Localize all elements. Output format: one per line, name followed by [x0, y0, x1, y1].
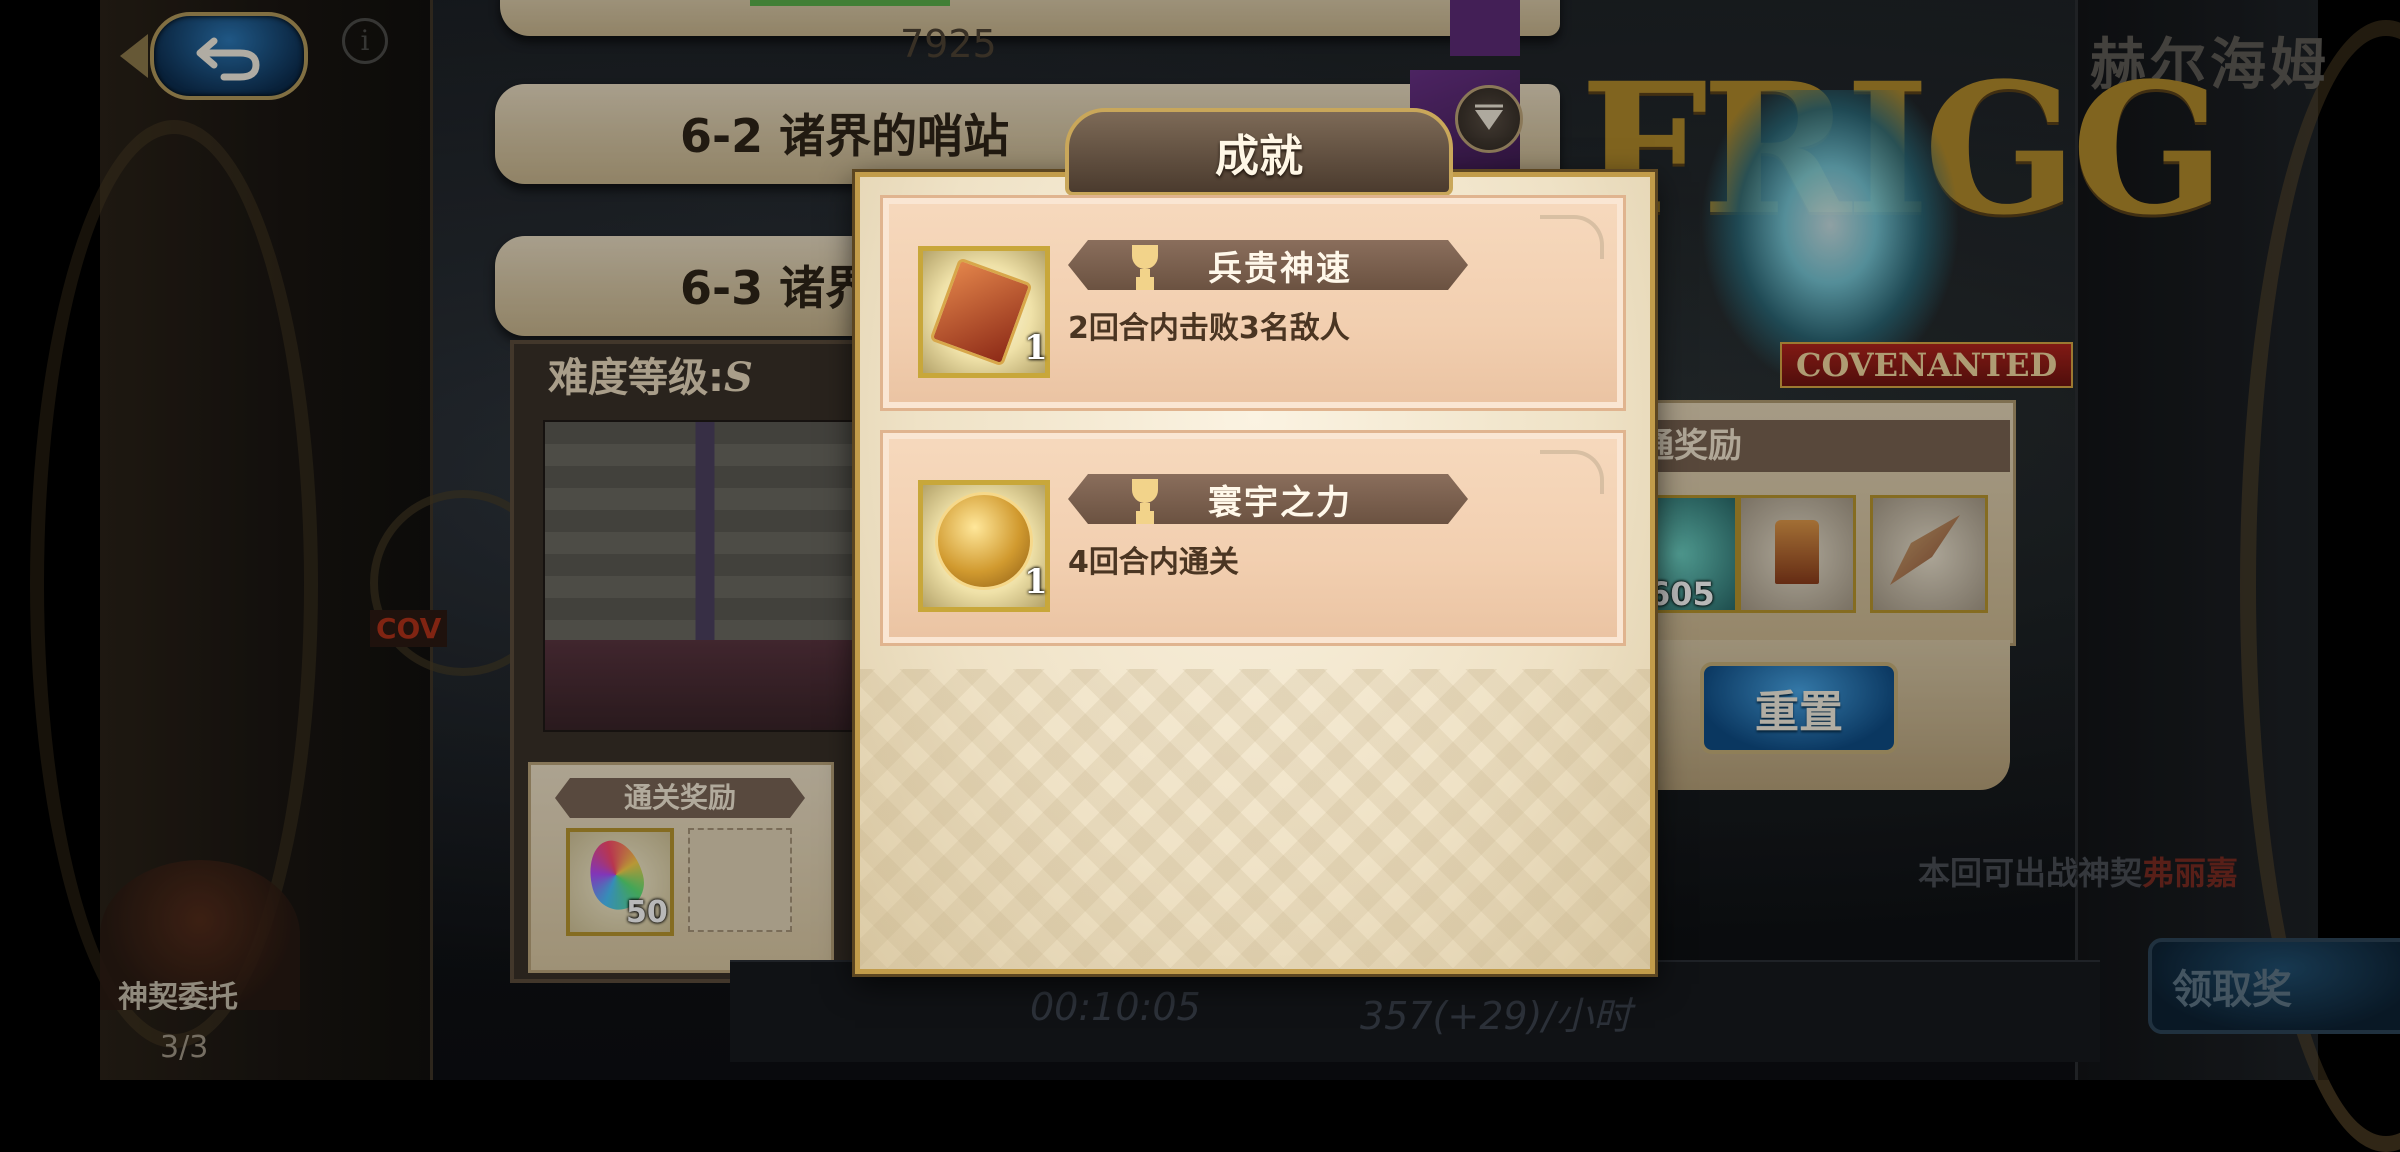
achievement-name: 兵贵神速 [1208, 248, 1352, 289]
modal-title-plate: 成就 [1065, 108, 1453, 196]
coin-icon [935, 492, 1033, 590]
achievement-name-banner: 寰宇之力 [1068, 474, 1468, 524]
modal-title: 成就 [1215, 131, 1303, 182]
achievement-description: 4回合内通关 [1068, 545, 1239, 580]
achievement-name: 寰宇之力 [1208, 482, 1352, 523]
achievement-description: 2回合内击败3名敌人 [1068, 311, 1350, 346]
trophy-icon [1124, 479, 1166, 519]
trophy-icon [1124, 245, 1166, 285]
achievement-quantity: 1 [1024, 562, 1048, 602]
achievement-name-banner: 兵贵神速 [1068, 240, 1468, 290]
achievement-quantity: 1 [1024, 328, 1048, 368]
